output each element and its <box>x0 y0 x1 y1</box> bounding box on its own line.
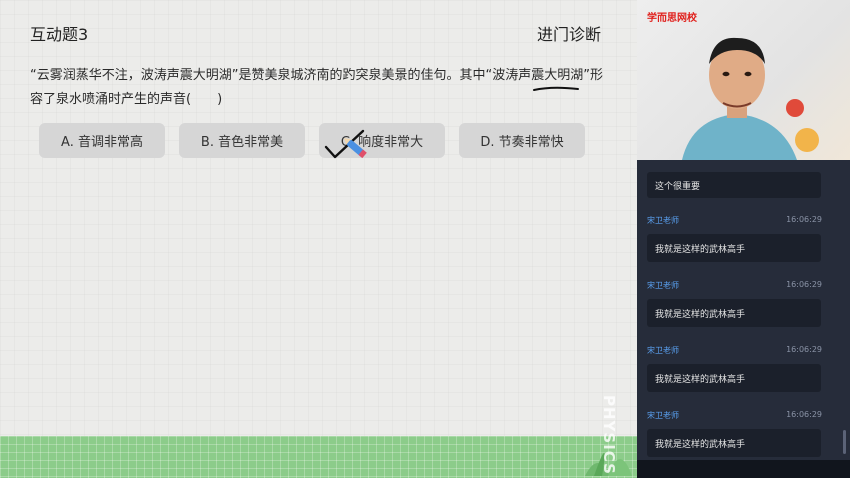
chat-timestamp: 16:06:29 <box>786 280 822 289</box>
chat-timestamp: 16:06:29 <box>786 345 822 354</box>
chat-timestamp: 16:06:29 <box>786 410 822 419</box>
option-d-button[interactable]: D. 节奏非常快 <box>459 123 585 158</box>
chat-message-bubble: 我就是这样的武林高手 <box>647 234 821 262</box>
chat-message-bubble: 这个很重要 <box>647 172 821 198</box>
chat-panel[interactable]: 这个很重要 宋卫老师 16:06:29 我就是这样的武林高手 宋卫老师 16:0… <box>637 160 850 460</box>
chat-sender-name: 宋卫老师 <box>647 346 679 355</box>
option-b-button[interactable]: B. 音色非常美 <box>179 123 305 158</box>
chat-message: 宋卫老师 16:06:29 我就是这样的武林高手 <box>647 410 822 457</box>
option-a-button[interactable]: A. 音调非常高 <box>39 123 165 158</box>
side-panel: 学而思网校 这个很重要 宋卫老师 16:06:29 我就是这样的武林高手 宋卫老… <box>637 0 850 478</box>
chat-message-bubble: 我就是这样的武林高手 <box>647 299 821 327</box>
chat-sender-name: 宋卫老师 <box>647 281 679 290</box>
bottom-decoration-strip <box>0 436 637 478</box>
teacher-video: 学而思网校 <box>637 0 850 160</box>
chat-sender-name: 宋卫老师 <box>647 411 679 420</box>
chat-timestamp: 16:06:29 <box>786 215 822 224</box>
whiteboard: 互动题3 进门诊断 “云雾润蒸华不注，波涛声震大明湖”是赞美泉城济南的趵突泉美景… <box>0 0 637 478</box>
chat-input-bar[interactable] <box>637 460 850 478</box>
chat-message: 宋卫老师 16:06:29 我就是这样的武林高手 <box>647 215 822 262</box>
handwritten-underline <box>533 86 579 91</box>
chat-message-bubble: 我就是这样的武林高手 <box>647 364 821 392</box>
chat-sender-name: 宋卫老师 <box>647 216 679 225</box>
chat-message: 宋卫老师 16:06:29 我就是这样的武林高手 <box>647 280 822 327</box>
teacher-avatar <box>682 37 819 160</box>
chat-message-bubble: 我就是这样的武林高手 <box>647 429 821 457</box>
physics-watermark: PHYSICS <box>600 395 618 475</box>
question-title: 互动题3 <box>30 25 89 44</box>
checkmark-icon <box>324 129 367 159</box>
question-text: “云雾润蒸华不注，波涛声震大明湖”是赞美泉城济南的趵突泉美景的佳句。其中“波涛声… <box>30 68 603 107</box>
chat-message: 宋卫老师 16:06:29 我就是这样的武林高手 <box>647 345 822 392</box>
question-tag: 进门诊断 <box>536 25 601 44</box>
chat-scrollbar[interactable] <box>843 430 846 454</box>
